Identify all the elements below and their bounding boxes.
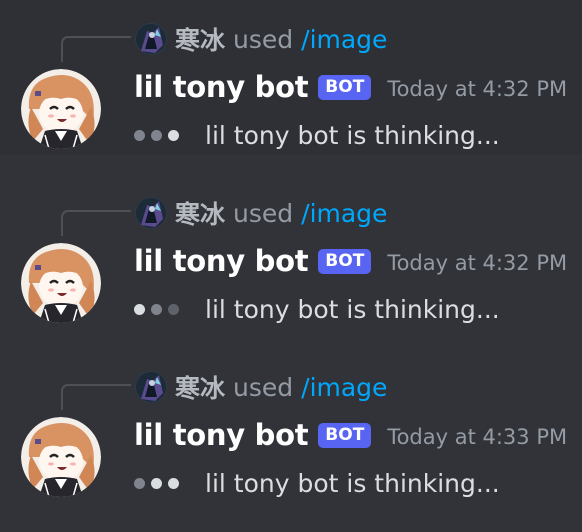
author-username[interactable]: lil tony bot: [134, 418, 309, 452]
typing-dot: [168, 477, 179, 489]
bot-badge: BOT: [318, 422, 372, 448]
typing-indicator: [134, 129, 185, 141]
typing-dot: [151, 303, 162, 315]
thinking-text: lil tony bot is thinking...: [205, 120, 500, 150]
reply-context[interactable]: 寒冰 used /image: [135, 370, 387, 404]
message-timestamp[interactable]: Today at 4:33 PM: [387, 422, 567, 449]
author-username[interactable]: lil tony bot: [134, 70, 309, 104]
reply-context[interactable]: 寒冰 used /image: [135, 196, 387, 230]
message-header: lil tony bot BOT Today at 4:33 PM: [134, 414, 567, 456]
message-content: lil tony bot is thinking...: [134, 289, 500, 329]
reply-action-text: used: [233, 198, 294, 228]
slash-command-link[interactable]: /image: [301, 25, 387, 54]
message-header: lil tony bot BOT Today at 4:32 PM: [134, 66, 567, 108]
chat-message[interactable]: 寒冰 used /image lil tony bot BOT Today at…: [0, 174, 582, 329]
bot-avatar-icon[interactable]: [21, 417, 101, 497]
message-timestamp[interactable]: Today at 4:32 PM: [387, 74, 567, 101]
thinking-text: lil tony bot is thinking...: [205, 294, 500, 324]
author-username[interactable]: lil tony bot: [134, 244, 309, 278]
chat-message[interactable]: 寒冰 used /image lil tony bot BOT Today at…: [0, 348, 582, 503]
message-content: lil tony bot is thinking...: [134, 115, 500, 155]
typing-dot: [134, 477, 145, 489]
reply-connector: [61, 36, 131, 62]
typing-dot: [168, 129, 179, 141]
typing-indicator: [134, 477, 185, 489]
reply-username[interactable]: 寒冰: [175, 369, 225, 405]
typing-indicator: [134, 303, 185, 315]
bot-badge: BOT: [318, 74, 372, 100]
thinking-text: lil tony bot is thinking...: [205, 468, 500, 498]
reply-connector: [61, 384, 131, 410]
reply-action-text: used: [233, 372, 294, 402]
message-header: lil tony bot BOT Today at 4:32 PM: [134, 240, 567, 282]
bot-badge: BOT: [318, 248, 372, 274]
typing-dot: [134, 129, 145, 141]
reply-username[interactable]: 寒冰: [175, 195, 225, 231]
message-content: lil tony bot is thinking...: [134, 463, 500, 503]
typing-dot: [151, 129, 162, 141]
slash-command-link[interactable]: /image: [301, 199, 387, 228]
reply-user-avatar-icon[interactable]: [135, 371, 167, 403]
slash-command-link[interactable]: /image: [301, 373, 387, 402]
reply-user-avatar-icon[interactable]: [135, 197, 167, 229]
chat-message-list: 寒冰 used /image lil tony bot BOT Today at…: [0, 0, 582, 532]
bot-avatar-icon[interactable]: [21, 69, 101, 149]
typing-dot: [151, 477, 162, 489]
chat-message[interactable]: 寒冰 used /image lil tony bot BOT Today at…: [0, 0, 582, 155]
typing-dot: [168, 303, 179, 315]
reply-connector: [61, 210, 131, 236]
bot-avatar-icon[interactable]: [21, 243, 101, 323]
reply-action-text: used: [233, 24, 294, 54]
typing-dot: [134, 303, 145, 315]
reply-user-avatar-icon[interactable]: [135, 23, 167, 55]
message-timestamp[interactable]: Today at 4:32 PM: [387, 248, 567, 275]
reply-context[interactable]: 寒冰 used /image: [135, 22, 387, 56]
reply-username[interactable]: 寒冰: [175, 21, 225, 57]
